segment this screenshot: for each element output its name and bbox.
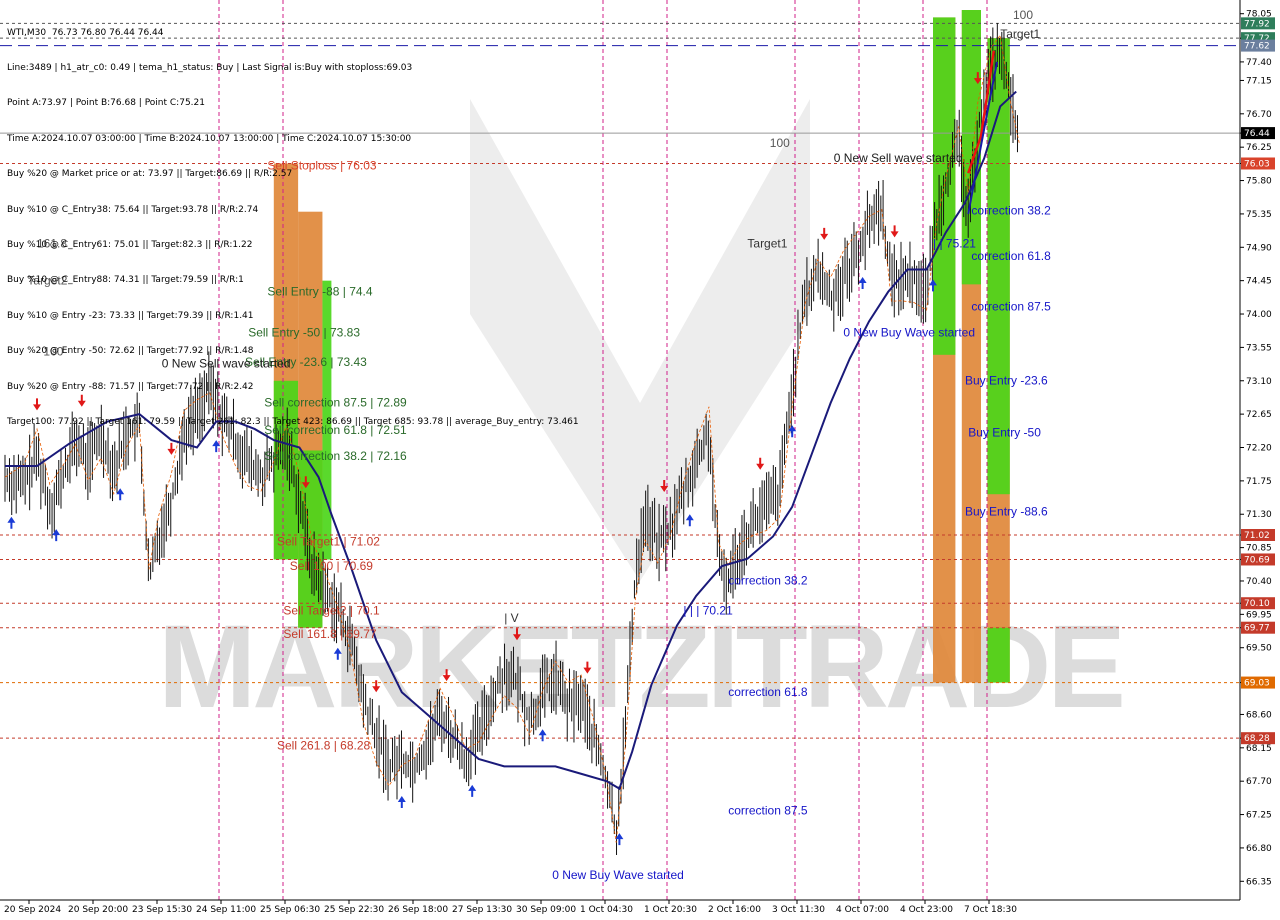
x-tick-label: 26 Sep 18:00: [388, 905, 448, 915]
info-line: Buy %10 @ Entry -23: 73.33 || Target:79.…: [7, 310, 254, 321]
price-badge-label: 70.69: [1244, 555, 1270, 565]
chart-label: Sell 161.8 | 69.77: [283, 627, 377, 641]
signal-zone: [987, 627, 1010, 683]
x-tick-label: 4 Oct 07:00: [836, 905, 889, 915]
chart-label: Sell Target1 | 71.02: [277, 534, 380, 548]
chart-label: Sell Target2 | 70.1: [283, 603, 380, 617]
y-tick-label: 70.85: [1246, 544, 1272, 554]
y-tick-label: 71.75: [1246, 477, 1272, 487]
x-tick-label: 2 Oct 16:00: [708, 905, 761, 915]
y-tick-label: 69.95: [1246, 610, 1272, 620]
x-tick-label: 1 Oct 04:30: [580, 905, 633, 915]
current-price-label: 76.44: [1244, 129, 1270, 139]
info-panel: WTI,M30 76.73 76.80 76.44 76.44 Line:348…: [7, 4, 579, 440]
info-line: Buy %20 @ Market price or at: 73.97 || T…: [7, 169, 293, 180]
info-line: Buy %20 @ Entry -88: 71.57 || Target:77.…: [7, 381, 254, 392]
y-tick-label: 77.15: [1246, 76, 1272, 86]
chart-label: 100: [1013, 8, 1033, 22]
y-tick-label: 67.70: [1246, 777, 1272, 787]
y-tick-label: 67.25: [1246, 811, 1272, 821]
info-line: Line:3489 | h1_atr_c0: 0.49 | tema_h1_st…: [7, 62, 413, 73]
chart-label: | | 75.21: [933, 236, 976, 250]
y-tick-label: 76.70: [1246, 110, 1272, 120]
chart-label: | | | 70.21: [683, 603, 733, 617]
y-tick-label: 77.40: [1246, 58, 1272, 68]
y-tick-label: 73.10: [1246, 377, 1272, 387]
chart-label: 0 New Sell wave started: [834, 151, 963, 165]
chart-label: Target1: [1000, 27, 1040, 41]
y-tick-label: 69.50: [1246, 644, 1272, 654]
y-tick-label: 68.15: [1246, 744, 1272, 754]
chart-label: correction 87.5: [728, 804, 808, 818]
x-tick-label: 25 Sep 22:30: [324, 905, 384, 915]
chart-label: correction 61.8: [971, 249, 1051, 263]
info-line: Buy %10 @ C_Entry61: 75.01 || Target:82.…: [7, 239, 253, 250]
price-badge-label: 76.03: [1244, 159, 1270, 169]
x-tick-label: 27 Sep 13:30: [452, 905, 512, 915]
info-line: Point A:73.97 | Point B:76.68 | Point C:…: [7, 98, 205, 109]
x-tick-label: 30 Sep 09:00: [516, 905, 576, 915]
chart-label: 0 New Buy Wave started: [843, 325, 975, 339]
y-tick-label: 75.35: [1246, 210, 1272, 220]
chart-label: Target1: [747, 236, 787, 250]
chart-label: Sell 261.8 | 68.28: [277, 738, 371, 752]
info-line: Time A:2024.10.07 03:00:00 | Time B:2024…: [7, 133, 412, 144]
price-badge-label: 69.03: [1244, 679, 1270, 689]
x-tick-label: 20 Sep 20:00: [68, 905, 128, 915]
x-tick-label: 25 Sep 06:30: [260, 905, 320, 915]
chart-label: Sell 100 | 70.69: [290, 559, 374, 573]
chart-label: 0 New Buy Wave started: [552, 868, 684, 882]
chart-label: correction 61.8: [728, 685, 808, 699]
chart-label: correction 38.2: [971, 204, 1051, 218]
x-tick-label: 7 Oct 18:30: [964, 905, 1017, 915]
chart-label: Buy Entry -50: [968, 425, 1041, 439]
price-badge-label: 71.02: [1244, 531, 1270, 541]
ohlc-header: WTI,M30 76.73 76.80 76.44 76.44: [7, 27, 164, 38]
y-tick-label: 76.25: [1246, 143, 1272, 153]
y-tick-label: 75.80: [1246, 177, 1272, 187]
y-tick-label: 71.30: [1246, 510, 1272, 520]
x-tick-label: 24 Sep 11:00: [196, 905, 256, 915]
y-tick-label: 70.40: [1246, 577, 1272, 587]
price-badge-label: 69.77: [1244, 624, 1270, 634]
x-tick-label: 20 Sep 2024: [4, 905, 61, 915]
chart-label: Buy Entry -88.6: [965, 505, 1048, 519]
chart-label: 100: [770, 136, 790, 150]
info-line: Buy %10 @ C_Entry38: 75.64 || Target:93.…: [7, 204, 259, 215]
y-tick-label: 74.00: [1246, 310, 1272, 320]
x-tick-label: 4 Oct 23:00: [900, 905, 953, 915]
y-tick-label: 74.45: [1246, 277, 1272, 287]
x-tick-label: 3 Oct 11:30: [772, 905, 825, 915]
y-tick-label: 66.80: [1246, 844, 1272, 854]
x-tick-label: 23 Sep 15:30: [132, 905, 192, 915]
x-tick-label: 1 Oct 20:30: [644, 905, 697, 915]
chart-label: correction 38.2: [728, 574, 808, 588]
chart-label: correction 87.5: [971, 299, 1051, 313]
price-badge-label: 70.10: [1244, 599, 1270, 609]
y-tick-label: 73.55: [1246, 343, 1272, 353]
y-tick-label: 74.90: [1246, 243, 1272, 253]
chart-label: Sell correction 38.2 | 72.16: [264, 449, 407, 463]
info-line: Target100: 77.92 || Target 161: 79.59 ||…: [7, 416, 579, 427]
price-badge-label: 68.28: [1244, 734, 1270, 744]
chart-label: | V: [504, 611, 518, 625]
y-tick-label: 66.35: [1246, 877, 1272, 887]
info-line: Buy %10 @ C_Entry88: 74.31 || Target:79.…: [7, 275, 244, 286]
y-tick-label: 72.65: [1246, 410, 1272, 420]
price-badge-label: 77.92: [1244, 19, 1270, 29]
y-tick-label: 68.60: [1246, 710, 1272, 720]
info-line: Buy %20 @ Entry -50: 72.62 || Target:77.…: [7, 346, 254, 357]
chart-label: Buy Entry -23.6: [965, 373, 1048, 387]
price-badge-label: 77.62: [1244, 42, 1270, 52]
y-tick-label: 72.20: [1246, 444, 1272, 454]
